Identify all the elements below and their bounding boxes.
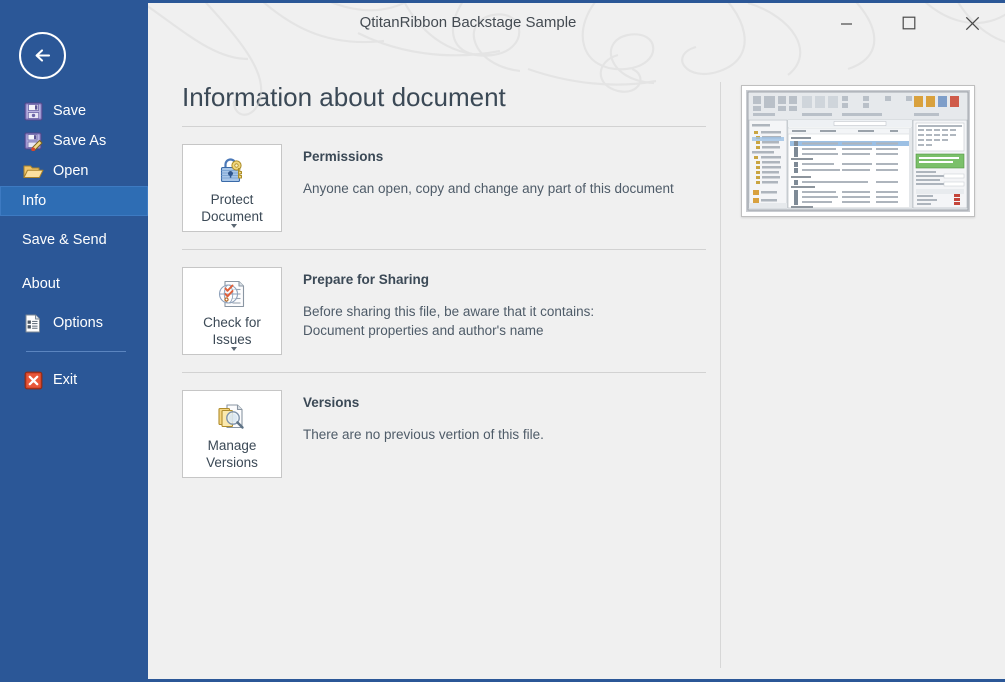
sidebar-item-label: Save & Send	[22, 231, 107, 248]
minimize-icon	[840, 22, 852, 25]
floppy-disk-pencil-icon	[22, 130, 44, 152]
section-versions: Manage Versions Versions There are no pr…	[182, 390, 706, 478]
document-preview-image	[746, 90, 970, 212]
check-for-issues-button[interactable]: Check for Issues	[182, 267, 282, 355]
sidebar-item-save-as[interactable]: Save As	[0, 126, 148, 156]
sidebar-item-label: Options	[53, 314, 103, 331]
sidebar-item-about[interactable]: About	[0, 269, 148, 299]
sidebar-item-open[interactable]: Open	[0, 156, 148, 186]
section-heading: Versions	[303, 395, 360, 410]
sidebar-divider	[26, 351, 126, 352]
sidebar-item-label: Save As	[53, 132, 107, 149]
back-button[interactable]	[19, 32, 66, 79]
red-x-icon	[22, 369, 44, 391]
back-arrow-icon	[35, 49, 51, 62]
section-text: Permissions Anyone can open, copy and ch…	[303, 144, 674, 232]
sidebar-item-save-and-send[interactable]: Save & Send	[0, 225, 148, 255]
sidebar-item-exit[interactable]: Exit	[0, 365, 148, 395]
sidebar-item-label: Info	[22, 192, 47, 209]
section-body: Before sharing this file, be aware that …	[303, 304, 595, 338]
button-label: Protect Document	[201, 192, 263, 224]
section-text: Versions There are no previous vertion o…	[303, 390, 544, 478]
minimize-button[interactable]	[823, 6, 869, 40]
section-heading: Prepare for Sharing	[303, 272, 430, 287]
document-thumbnail[interactable]	[741, 85, 975, 217]
sidebar-item-label: Exit	[53, 371, 78, 388]
options-document-icon	[22, 312, 44, 334]
documents-magnifier-icon	[215, 400, 249, 434]
sidebar-item-label: Open	[53, 162, 89, 179]
sidebar-item-save[interactable]: Save	[0, 96, 148, 126]
content-vertical-divider	[720, 82, 721, 668]
floppy-disk-icon	[22, 100, 44, 122]
document-checklist-icon	[215, 277, 249, 311]
sidebar-item-label: About	[22, 275, 60, 292]
sidebar-item-info[interactable]: Info	[0, 186, 148, 216]
lock-key-icon	[215, 154, 249, 188]
sidebar-nav: Save Save As Open Info Save & Send About…	[0, 96, 148, 395]
close-icon	[965, 16, 979, 30]
section-divider	[182, 372, 706, 373]
section-permissions: Protect Document Permissions Anyone can …	[182, 144, 706, 232]
backstage-window: Save Save As Open Info Save & Send About…	[0, 0, 1005, 682]
protect-document-button[interactable]: Protect Document	[182, 144, 282, 232]
section-text: Prepare for Sharing Before sharing this …	[303, 267, 594, 355]
button-label: Manage Versions	[206, 438, 258, 470]
section-body: There are no previous vertion of this fi…	[303, 427, 544, 442]
section-body: Anyone can open, copy and change any par…	[303, 181, 674, 196]
section-heading: Permissions	[303, 149, 384, 164]
close-button[interactable]	[949, 6, 995, 40]
maximize-icon	[902, 16, 916, 30]
page-title: Information about document	[182, 82, 506, 112]
title-bar: QtitanRibbon Backstage Sample	[0, 0, 1005, 116]
section-prepare-for-sharing: Check for Issues Prepare for Sharing Bef…	[182, 267, 706, 355]
section-divider	[182, 249, 706, 250]
button-label: Check for Issues	[203, 315, 261, 347]
backstage-sidebar: Save Save As Open Info Save & Send About…	[0, 0, 148, 679]
window-title: QtitanRibbon Backstage Sample	[359, 14, 577, 31]
dropdown-caret-icon[interactable]	[230, 347, 237, 351]
manage-versions-button[interactable]: Manage Versions	[182, 390, 282, 478]
sidebar-item-label: Save	[53, 102, 87, 119]
title-divider	[182, 126, 706, 127]
backstage-content: Information about document Protect Docum…	[148, 40, 1005, 679]
sidebar-item-options[interactable]: Options	[0, 308, 148, 338]
dropdown-caret-icon[interactable]	[230, 224, 237, 228]
maximize-button[interactable]	[886, 6, 932, 40]
open-folder-icon	[22, 160, 44, 182]
